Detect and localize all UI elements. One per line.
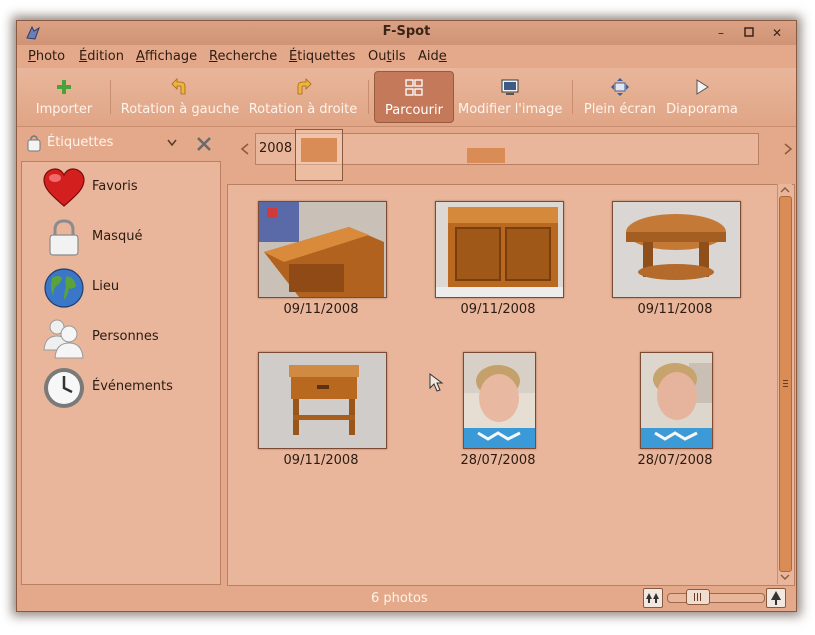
menu-aide[interactable]: Aide — [418, 49, 447, 64]
sidebar-selector-label: Étiquettes — [47, 135, 114, 150]
people-icon — [43, 319, 84, 359]
grid-browse-icon — [405, 79, 423, 96]
menu-edition[interactable]: Édition — [79, 49, 124, 64]
menu-affichage[interactable]: Affichage — [136, 49, 197, 64]
photo-image — [613, 202, 740, 297]
photo-date: 28/07/2008 — [637, 453, 713, 468]
maximize-button[interactable] — [741, 25, 757, 41]
photo-thumbnail[interactable] — [258, 201, 387, 298]
zoom-out-button[interactable] — [643, 588, 663, 608]
photo-thumbnail[interactable] — [640, 352, 713, 449]
photo-count: 6 photos — [371, 591, 428, 606]
fspot-window: F-Spot – ✕ Photo Édition Affichage Reche… — [16, 20, 797, 612]
chevron-down-icon — [167, 139, 177, 147]
photo-thumbnail[interactable] — [463, 352, 536, 449]
play-icon — [696, 79, 709, 95]
menu-recherche[interactable]: Recherche — [209, 49, 277, 64]
menu-photo[interactable]: Photo — [28, 49, 65, 64]
zoom-slider-thumb[interactable] — [685, 589, 710, 605]
photo-thumbnail[interactable] — [258, 352, 387, 449]
title-bar: F-Spot – ✕ — [17, 21, 796, 45]
globe-icon — [44, 268, 84, 308]
zoom-slider[interactable] — [667, 593, 765, 603]
photo-image — [464, 353, 535, 448]
timeline-bar-mark — [301, 138, 337, 162]
photo-date: 09/11/2008 — [283, 453, 359, 468]
tag-sidebar: Favoris Masqué Lieu Personnes Événements — [21, 161, 221, 585]
maximize-icon — [744, 27, 754, 37]
large-tree-icon — [771, 591, 781, 605]
fullscreen-icon — [611, 78, 629, 96]
tag-item-masque[interactable]: Masqué — [22, 214, 220, 260]
zoom-in-button[interactable] — [766, 588, 786, 608]
small-trees-icon — [646, 593, 659, 603]
menu-outils[interactable]: Outils — [368, 49, 406, 64]
toolbar-separator — [572, 80, 573, 114]
sidebar-selector[interactable]: Étiquettes — [21, 131, 181, 155]
add-icon — [57, 80, 71, 94]
tag-item-personnes[interactable]: Personnes — [22, 314, 220, 360]
timeline-prev-icon[interactable] — [239, 142, 251, 156]
tag-item-evenements[interactable]: Événements — [22, 364, 220, 410]
menu-bar: Photo Édition Affichage Recherche Étique… — [17, 45, 796, 67]
photo-date: 09/11/2008 — [460, 302, 536, 317]
mouse-pointer-icon — [429, 373, 444, 392]
tag-item-lieu[interactable]: Lieu — [22, 264, 220, 310]
slideshow-button[interactable]: Diaporama — [663, 71, 741, 121]
rotate-left-icon — [171, 78, 186, 95]
timeline-next-icon[interactable] — [782, 142, 794, 156]
rotate-right-button[interactable]: Rotation à droite — [245, 71, 361, 121]
fullscreen-button[interactable]: Plein écran — [580, 71, 660, 121]
import-button[interactable]: Importer — [27, 71, 101, 121]
sidebar-header: Étiquettes — [21, 131, 221, 157]
scroll-down-icon[interactable] — [780, 573, 790, 581]
status-bar: 6 photos — [17, 585, 796, 611]
toolbar-separator — [110, 80, 111, 114]
photo-thumbnail[interactable] — [612, 201, 741, 298]
close-sidebar-icon[interactable] — [195, 135, 213, 153]
tag-item-favoris[interactable]: Favoris — [22, 164, 220, 210]
scroll-up-icon[interactable] — [780, 186, 790, 194]
padlock-icon — [49, 219, 79, 256]
edit-image-button[interactable]: Modifier l'image — [458, 71, 562, 121]
photo-image — [259, 202, 386, 297]
window-title: F-Spot — [382, 24, 431, 39]
browse-button[interactable]: Parcourir — [374, 71, 454, 123]
photo-image — [259, 353, 386, 448]
rotate-right-icon — [297, 78, 312, 95]
photo-thumbnail[interactable] — [435, 201, 564, 298]
edit-image-icon — [501, 79, 519, 95]
vertical-scrollbar[interactable] — [777, 184, 792, 584]
main-toolbar: Importer Rotation à gauche Rotation à dr… — [17, 68, 796, 127]
menu-etiquettes[interactable]: Étiquettes — [289, 49, 355, 64]
timeline-year: 2008 — [259, 141, 293, 156]
close-window-button[interactable]: ✕ — [769, 25, 785, 41]
tag-icon — [27, 135, 41, 152]
photo-date: 09/11/2008 — [283, 302, 359, 317]
photo-date: 28/07/2008 — [460, 453, 536, 468]
minimize-button[interactable]: – — [713, 25, 729, 41]
photo-image — [436, 202, 563, 297]
rotate-left-button[interactable]: Rotation à gauche — [119, 71, 241, 121]
timeline: 2008 — [239, 129, 795, 183]
photo-date: 09/11/2008 — [637, 302, 713, 317]
photo-image — [641, 353, 712, 448]
photo-grid: 09/11/2008 09/11/2008 09/11/2008 09/11/2… — [227, 184, 795, 586]
heart-icon — [43, 168, 85, 207]
scroll-thumb[interactable] — [779, 196, 792, 572]
timeline-selection[interactable] — [295, 129, 343, 181]
toolbar-separator — [368, 80, 369, 114]
clock-icon — [44, 368, 84, 408]
timeline-bar-mark — [467, 148, 505, 163]
